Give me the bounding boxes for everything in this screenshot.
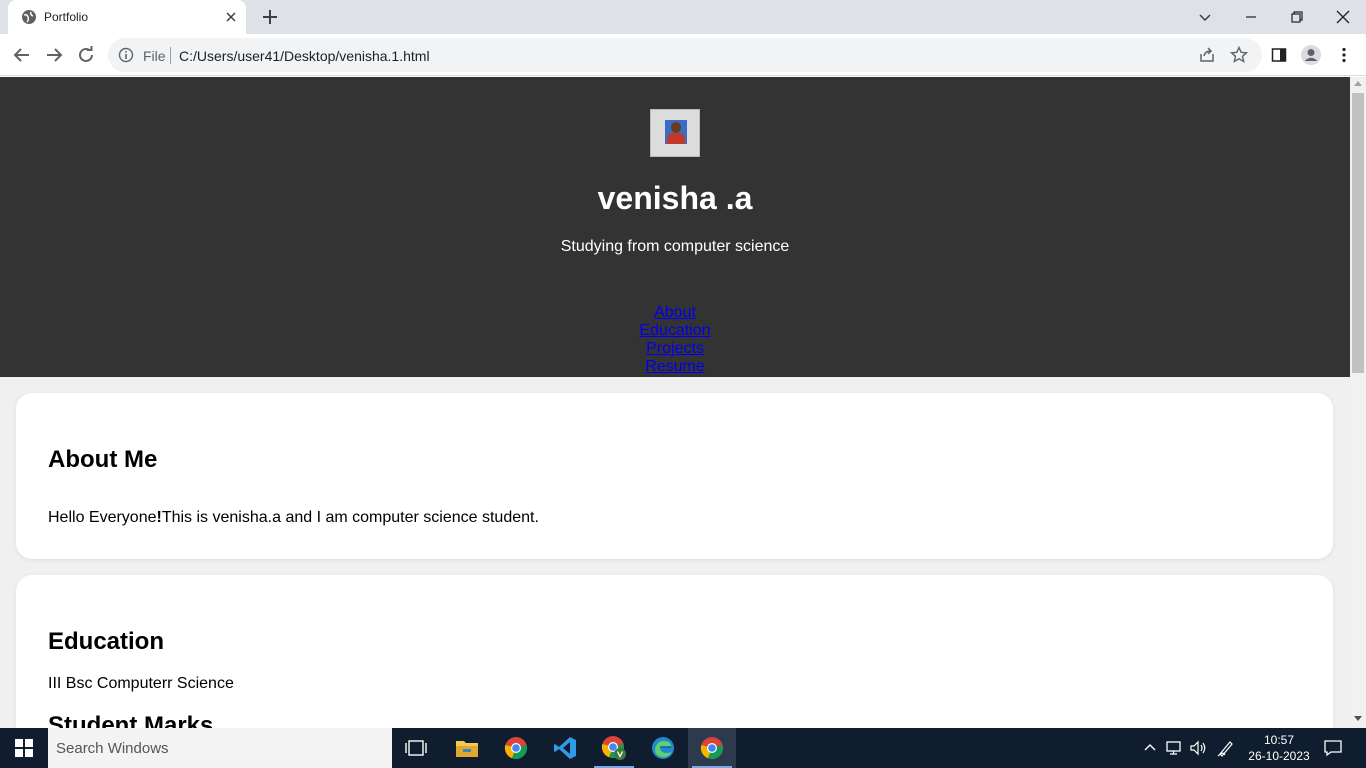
browser-tab[interactable]: Portfolio — [8, 0, 246, 34]
taskbar-chrome-1[interactable] — [492, 728, 540, 768]
arrow-left-icon — [13, 48, 29, 62]
restore-icon — [1291, 11, 1303, 23]
close-tab-icon[interactable] — [224, 10, 238, 24]
clock-time: 10:57 — [1263, 733, 1295, 747]
network-status[interactable] — [1164, 728, 1186, 768]
site-nav: About Education Projects Resume — [0, 304, 1350, 376]
site-tagline: Studying from computer science — [560, 238, 790, 255]
about-heading: About Me — [48, 446, 158, 473]
taskbar-chrome-profile[interactable] — [590, 728, 638, 768]
more-vert-icon — [1342, 47, 1346, 63]
tab-bar: Portfolio — [0, 0, 1366, 34]
site-header: venisha .a Studying from computer scienc… — [0, 77, 1350, 377]
show-hidden-icons-button[interactable] — [1140, 728, 1160, 768]
side-panel-icon — [1271, 48, 1287, 62]
address-divider — [170, 47, 171, 64]
browser-toolbar: File C:/Users/user41/Desktop/venisha.1.h… — [0, 34, 1366, 76]
pen-icon — [1217, 741, 1233, 757]
profile-button[interactable] — [1300, 44, 1322, 66]
nav-link-about[interactable]: About — [0, 304, 1350, 322]
speaker-icon — [1190, 740, 1206, 756]
site-name: venisha .a — [597, 180, 753, 216]
taskbar-search-placeholder: Search Windows — [56, 740, 169, 757]
action-center-button[interactable] — [1320, 728, 1346, 768]
nav-link-education[interactable]: Education — [0, 322, 1350, 340]
page-scrollbar[interactable] — [1350, 77, 1366, 728]
clock-date: 26-10-2023 — [1248, 749, 1310, 763]
side-panel-button[interactable] — [1268, 44, 1290, 66]
restore-button[interactable] — [1274, 0, 1320, 34]
taskbar-edge[interactable] — [639, 728, 687, 768]
windows-logo-icon — [15, 739, 33, 757]
education-heading: Education — [48, 628, 165, 655]
taskbar-clock[interactable]: 10:57 26-10-2023 — [1240, 732, 1318, 764]
edge-icon — [652, 737, 674, 759]
reload-icon — [79, 46, 93, 62]
profile-photo — [650, 109, 700, 157]
nav-link-resume[interactable]: Resume — [0, 358, 1350, 376]
photo-person-head — [671, 122, 681, 133]
chrome-icon — [504, 737, 527, 760]
taskbar-search[interactable]: Search Windows — [48, 728, 392, 768]
chrome-profile-icon — [601, 736, 626, 760]
scroll-up-arrow-icon[interactable] — [1354, 81, 1362, 86]
about-text: Hello Everyone!This is venisha.a and I a… — [48, 509, 539, 527]
scheme-label: File — [143, 48, 166, 64]
minimize-icon — [1246, 16, 1256, 18]
notification-icon — [1324, 740, 1342, 757]
folder-icon — [456, 741, 478, 757]
vscode-icon — [554, 737, 576, 759]
about-text-body: This is venisha.a and I am computer scie… — [161, 509, 539, 526]
address-url[interactable]: C:/Users/user41/Desktop/venisha.1.html — [179, 48, 430, 64]
close-window-button[interactable] — [1320, 0, 1366, 34]
chrome-icon — [700, 737, 723, 760]
chevron-down-icon — [1199, 14, 1211, 22]
taskbar-vscode[interactable] — [541, 728, 589, 768]
start-button[interactable] — [0, 728, 48, 768]
task-view-icon — [405, 740, 427, 756]
volume-control[interactable] — [1188, 728, 1210, 768]
page-viewport: venisha .a Studying from computer scienc… — [0, 77, 1350, 728]
tab-title: Portfolio — [44, 10, 89, 24]
info-icon[interactable] — [118, 47, 134, 63]
pen-workspace[interactable] — [1215, 728, 1237, 768]
taskbar-chrome-active[interactable] — [688, 728, 736, 768]
globe-icon — [22, 10, 36, 24]
chevron-up-icon — [1144, 744, 1156, 751]
nav-link-projects[interactable]: Projects — [0, 340, 1350, 358]
profile-avatar-icon — [1301, 45, 1321, 65]
share-icon[interactable] — [1198, 46, 1216, 64]
back-button[interactable] — [10, 43, 34, 67]
scroll-down-arrow-icon[interactable] — [1354, 716, 1362, 721]
network-icon — [1166, 741, 1181, 755]
windows-taskbar: Search Windows 10:57 26-10-2023 — [0, 728, 1366, 768]
about-text-greeting: Hello Everyone — [48, 509, 157, 526]
new-tab-icon[interactable] — [260, 7, 280, 27]
menu-button[interactable] — [1333, 44, 1355, 66]
taskbar-file-explorer[interactable] — [443, 728, 491, 768]
education-section: Education III Bsc Computerr Science Stud… — [16, 575, 1333, 728]
address-bar[interactable]: File C:/Users/user41/Desktop/venisha.1.h… — [108, 38, 1262, 72]
task-view-button[interactable] — [392, 728, 440, 768]
scroll-thumb[interactable] — [1352, 93, 1364, 373]
minimize-button[interactable] — [1228, 0, 1274, 34]
tab-search-button[interactable] — [1182, 0, 1228, 34]
close-icon — [1336, 10, 1350, 24]
bookmark-star-icon[interactable] — [1230, 46, 1248, 64]
student-marks-heading: Student Marks — [48, 712, 214, 728]
education-degree: III Bsc Computerr Science — [48, 675, 234, 692]
about-section: About Me Hello Everyone!This is venisha.… — [16, 393, 1333, 559]
forward-button[interactable] — [42, 43, 66, 67]
reload-button[interactable] — [74, 43, 98, 67]
arrow-right-icon — [47, 48, 63, 62]
photo-person-body — [667, 133, 685, 144]
